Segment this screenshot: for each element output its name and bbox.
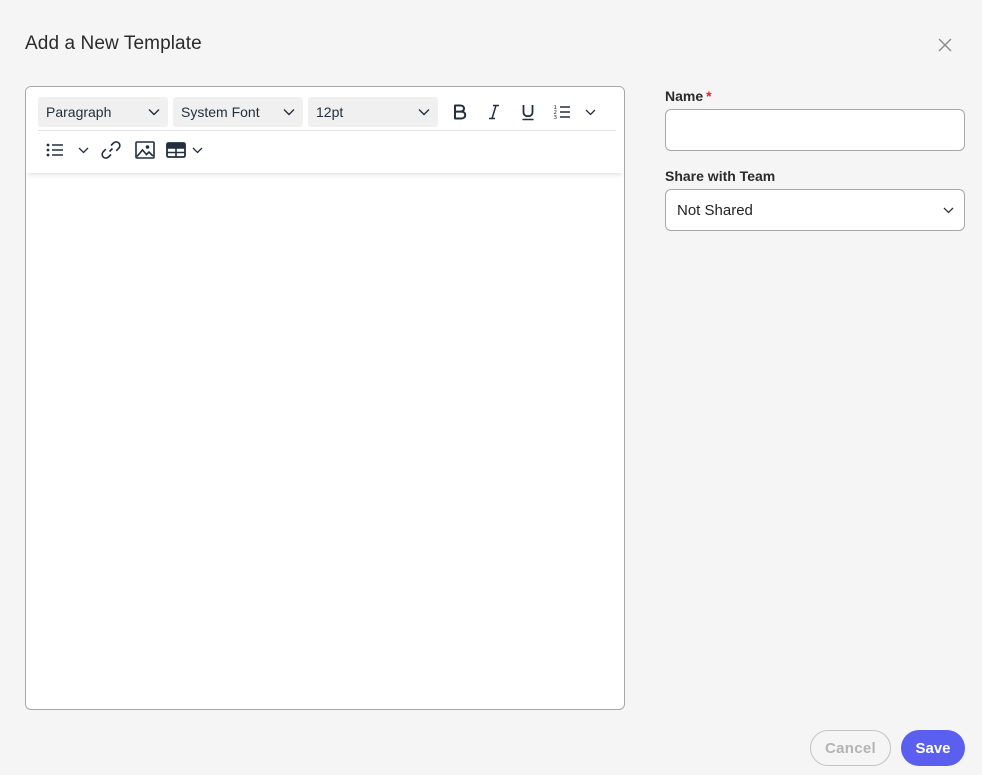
bold-button[interactable] [443,97,477,127]
image-button[interactable] [128,135,162,165]
italic-icon [489,104,499,120]
save-button[interactable]: Save [901,730,965,766]
svg-text:3: 3 [554,115,558,120]
editor-content-area[interactable] [26,173,624,709]
share-with-team-select[interactable]: Not Shared [665,189,965,231]
close-button[interactable] [935,35,955,55]
link-button[interactable] [94,135,128,165]
numbered-list-icon: 123 [554,105,570,120]
numbered-list-split-button[interactable]: 123 [545,97,601,127]
page-title: Add a New Template [25,33,202,54]
name-label-text: Name [665,88,704,104]
bullet-list-button[interactable] [38,135,72,165]
font-family-value: System Font [181,104,260,120]
table-split-button[interactable] [162,135,204,165]
share-with-team-value: Not Shared [677,201,753,219]
chevron-down-icon [283,109,295,116]
font-size-select[interactable]: 12pt [308,97,438,127]
block-format-select[interactable]: Paragraph [38,97,168,127]
table-icon [166,142,186,158]
cancel-button[interactable]: Cancel [810,730,891,766]
required-marker: * [706,88,712,104]
share-with-team-label: Share with Team [665,168,776,184]
bold-icon [454,104,467,120]
image-icon [135,141,155,159]
table-button[interactable] [162,135,190,165]
chevron-down-icon [192,147,202,153]
bullet-list-dropdown[interactable] [72,135,94,165]
link-icon [101,141,121,159]
font-family-select[interactable]: System Font [173,97,303,127]
name-label: Name * [665,88,712,104]
block-format-value: Paragraph [46,104,112,120]
italic-button[interactable] [477,97,511,127]
toolbar-divider [38,130,616,131]
numbered-list-dropdown[interactable] [579,97,601,127]
bullet-list-icon [46,143,63,157]
chevron-down-icon [418,109,430,116]
close-icon [938,38,952,52]
font-size-value: 12pt [316,104,344,120]
chevron-down-icon [78,147,88,153]
bullet-list-split-button[interactable] [38,135,94,165]
chevron-down-icon [585,109,595,115]
editor-toolbar: Paragraph System Font 12pt 1 2 3 [26,87,624,173]
chevron-down-icon [148,109,160,116]
table-dropdown[interactable] [190,135,204,165]
underline-button[interactable] [511,97,545,127]
underline-icon [522,104,534,120]
name-input[interactable] [665,109,965,151]
numbered-list-button[interactable]: 123 [545,97,579,127]
rich-text-editor: Paragraph System Font 12pt 1 2 3 [25,86,625,710]
chevron-down-icon [943,207,954,213]
